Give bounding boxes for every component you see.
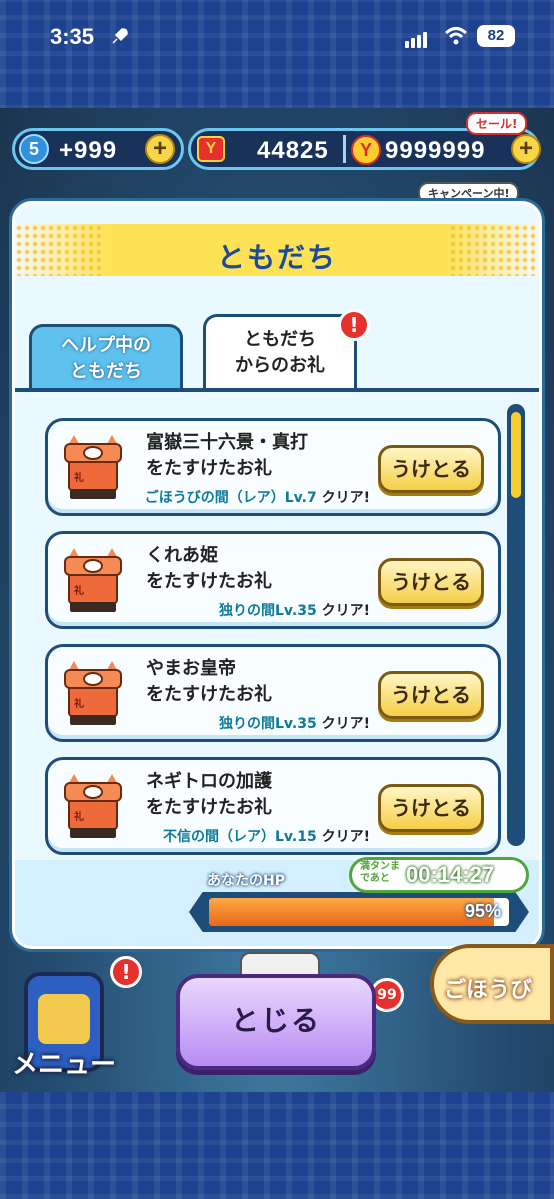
close-button[interactable]: とじる [176, 974, 376, 1070]
tab-label-line1: ともだち [244, 329, 316, 350]
condition-text: 独りの間Lv.35 [219, 716, 317, 732]
menu-button[interactable]: メニュー ! [4, 956, 144, 1086]
game-screen: 5 +999 + Y 44825 Y 9999999 + セール! キャンペーン… [0, 108, 554, 1092]
receive-button[interactable]: うけとる [378, 784, 484, 832]
clear-text: クリア! [321, 490, 370, 506]
stamina-value: +999 [59, 137, 118, 164]
scroll-thumb[interactable] [511, 412, 521, 498]
reward-button[interactable]: ごほうび [430, 944, 554, 1024]
hp-label: あなたのHP [207, 873, 285, 889]
hp-fill [209, 898, 494, 926]
list-item: 礼 やまお皇帝 をたすけたお礼 独りの間Lv.35 クリア! うけとる [45, 644, 501, 742]
thanks-box-icon: 礼 [64, 774, 122, 840]
clear-text: クリア! [321, 603, 370, 619]
battery-indicator: 82 [477, 25, 515, 47]
clear-text: クリア! [321, 716, 370, 732]
condition-text: 不信の間（レア）Lv.15 [163, 829, 317, 845]
friends-modal: ともだち ヘルプ中の ともだち ともだち からのお礼 ! 礼 富嶽三十六景・真打… [12, 201, 542, 949]
thanks-box-icon: 礼 [64, 435, 122, 501]
status-time: 3:35 [50, 24, 95, 49]
item-name: くれあ姫 [146, 545, 218, 566]
menu-label: メニュー [12, 1050, 117, 1080]
modal-title: ともだち [216, 241, 337, 274]
tab-thanks-from-friends[interactable]: ともだち からのお礼 ! [203, 309, 370, 390]
item-name: ネギトロの加護 [146, 771, 272, 792]
currency-divider [343, 135, 346, 163]
item-subtitle: をたすけたお礼 [146, 571, 272, 592]
item-condition: 不信の間（レア）Lv.15 クリア! [163, 826, 370, 846]
receive-button[interactable]: うけとる [378, 558, 484, 606]
full-hp-label: 満タンまであと [360, 861, 400, 884]
tab-alert-badge: ! [338, 309, 370, 341]
condition-text: ごほうびの間（レア）Lv.7 [144, 490, 317, 506]
item-condition: 独りの間Lv.35 クリア! [219, 713, 370, 733]
reward-label: ごほうび [444, 978, 533, 1003]
full-hp-time: 00:14:27 [406, 862, 495, 887]
tab-label-line2: からのお礼 [235, 355, 325, 376]
list-scrollbar[interactable] [507, 404, 525, 846]
ymoney-icon: Y [197, 136, 225, 162]
box-kanji: 礼 [74, 812, 84, 823]
hp-bar: 95% [189, 892, 529, 932]
coin-icon: Y [351, 135, 381, 165]
add-coin-button[interactable]: + [511, 134, 541, 164]
box-kanji: 礼 [74, 473, 84, 484]
thanks-box-icon: 礼 [64, 548, 122, 614]
sale-badge[interactable]: セール! [466, 112, 528, 135]
item-name: 富嶽三十六景・真打 [146, 432, 308, 453]
list-item: 礼 くれあ姫 をたすけたお礼 独りの間Lv.35 クリア! うけとる [45, 531, 501, 629]
wifi-icon [444, 27, 468, 45]
list-item: 礼 富嶽三十六景・真打 をたすけたお礼 ごほうびの間（レア）Lv.7 クリア! … [45, 418, 501, 516]
box-kanji: 礼 [74, 586, 84, 597]
hp-section: あなたのHP 95% 満タンまであと 00:14:27 [15, 857, 539, 946]
thanks-list: 礼 富嶽三十六景・真打 をたすけたお礼 ごほうびの間（レア）Lv.7 クリア! … [15, 392, 539, 860]
full-hp-timer: 満タンまであと 00:14:27 [349, 857, 529, 893]
item-subtitle: をたすけたお礼 [146, 797, 272, 818]
tab-label-line2: ともだち [70, 361, 142, 382]
item-subtitle: をたすけたお礼 [146, 458, 272, 479]
box-kanji: 礼 [74, 699, 84, 710]
stamina-icon: 5 [19, 134, 49, 164]
menu-alert-badge: ! [110, 956, 142, 988]
status-bar: 3:35 82 [0, 0, 554, 70]
hp-track: 95% [209, 898, 509, 926]
item-condition: ごほうびの間（レア）Lv.7 クリア! [145, 487, 370, 507]
tab-label-line1: ヘルプ中の [61, 335, 151, 356]
stamina-pill: 5 +999 + [12, 128, 184, 170]
item-subtitle: をたすけたお礼 [146, 684, 272, 705]
add-stamina-button[interactable]: + [145, 134, 175, 164]
coin-value: 9999999 [385, 137, 486, 164]
ymoney-value: 44825 [257, 137, 329, 164]
tab-bar: ヘルプ中の ともだち ともだち からのお礼 ! [15, 309, 539, 390]
condition-text: 独りの間Lv.35 [219, 603, 317, 619]
list-item: 礼 ネギトロの加護 をたすけたお礼 不信の間（レア）Lv.15 クリア! うけと… [45, 757, 501, 855]
title-band: ともだち [15, 224, 539, 276]
cellular-signal-icon [405, 29, 429, 48]
item-condition: 独りの間Lv.35 クリア! [219, 600, 370, 620]
currency-bar: 5 +999 + Y 44825 Y 9999999 + セール! キャンペーン… [0, 112, 554, 204]
thanks-box-icon: 礼 [64, 661, 122, 727]
hp-percent: 95% [464, 901, 501, 921]
receive-button[interactable]: うけとる [378, 671, 484, 719]
item-name: やまお皇帝 [146, 658, 236, 679]
rocket-icon [112, 28, 128, 44]
receive-button[interactable]: うけとる [378, 445, 484, 493]
bottom-background-pattern [0, 1089, 554, 1199]
tab-helping-friends[interactable]: ヘルプ中の ともだち [29, 324, 183, 390]
clear-text: クリア! [321, 829, 370, 845]
